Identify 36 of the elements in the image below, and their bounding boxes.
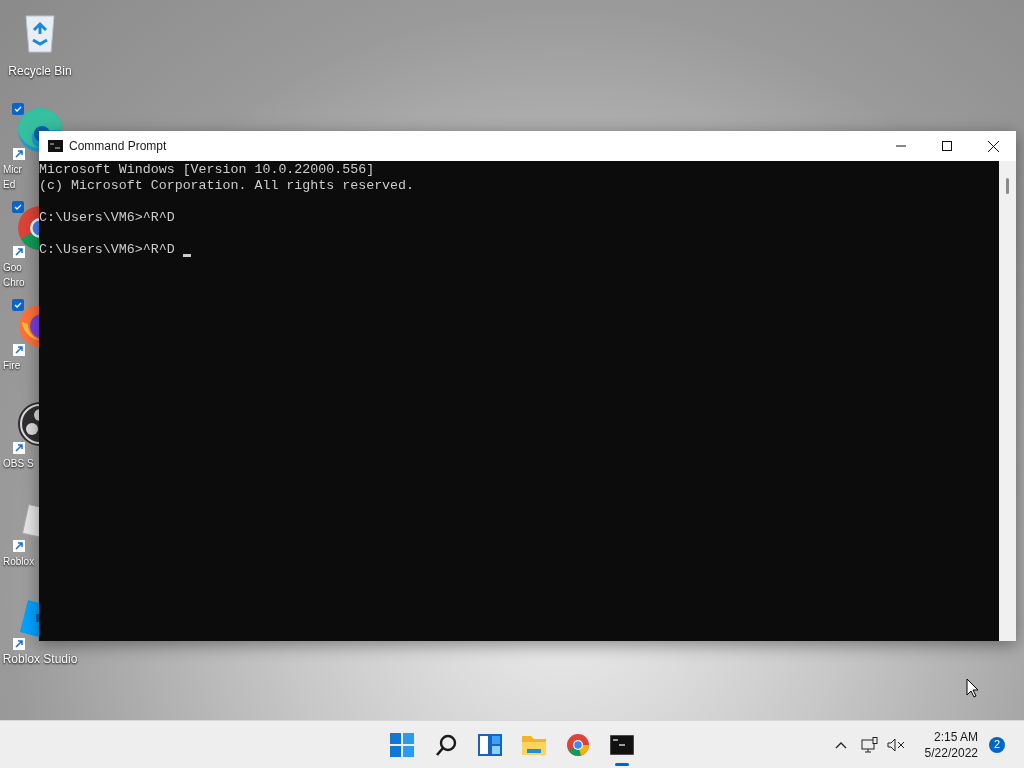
clock-time[interactable]: 2:15 AM [933,728,978,745]
window-title: Command Prompt [69,138,167,155]
mouse-pointer-icon [966,678,979,698]
chrome-logo-icon[interactable] [566,733,590,757]
console-line: C:\Users\VM6>^R^D [39,210,175,226]
search-icon[interactable] [434,733,458,757]
desktop-icon-label[interactable]: OBS S [3,456,34,471]
console-line: (c) Microsoft Corporation. All rights reserved. [39,178,415,194]
checkbox-checked-icon[interactable] [12,103,24,115]
console-line: C:\Users\VM6>^R^D [39,242,175,258]
active-indicator [615,763,629,766]
windows-start-icon[interactable] [390,733,414,757]
close-icon [987,140,999,152]
minimize-icon [896,145,906,147]
chevron-up-icon[interactable] [834,740,847,749]
desktop-icon-label[interactable]: Roblox Studio [2,652,78,667]
terminal-icon [48,140,63,152]
widgets-icon[interactable] [478,734,502,756]
checkbox-checked-icon[interactable] [12,299,24,311]
network-monitor-icon[interactable] [860,736,879,753]
desktop-icon-label[interactable]: Ed [3,177,16,192]
speaker-muted-icon[interactable] [886,737,905,752]
desktop-icon-label[interactable]: Roblox [3,554,35,569]
folder-icon[interactable] [521,734,547,756]
desktop-icon-label[interactable]: Chro [3,275,25,290]
desktop-icon-label[interactable]: Fire [3,358,21,373]
desktop-icon-label[interactable]: Recycle Bin [8,64,72,79]
desktop-icon-label[interactable]: Goo [3,260,22,275]
checkbox-checked-icon[interactable] [12,201,24,213]
notification-badge[interactable]: 2 [989,736,1005,753]
terminal-icon[interactable] [610,735,634,755]
maximize-icon [942,141,952,151]
desktop-icon-label[interactable]: Micr [3,162,22,177]
scrollbar[interactable] [999,161,1016,641]
console-line: Microsoft Windows [Version 10.0.22000.556] [39,162,375,178]
clock-date[interactable]: 5/22/2022 [924,744,978,761]
